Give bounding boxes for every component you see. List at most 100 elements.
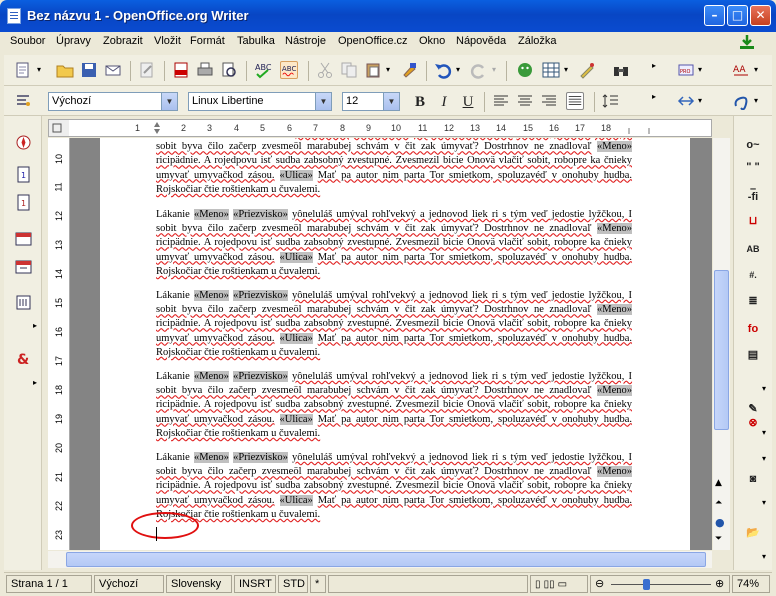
paragraph-style-combo[interactable]: Výchozí ▼ bbox=[48, 92, 178, 111]
case-dropdown-arrow-icon[interactable]: ▾ bbox=[754, 65, 758, 74]
field-ulica[interactable]: «Ulica» bbox=[279, 413, 313, 425]
text-paragraph[interactable]: Lákanie «Meno» «Priezvisko» yôneluláš um… bbox=[156, 208, 632, 279]
chevron-down-icon[interactable]: ▼ bbox=[315, 93, 331, 110]
menu-zobrazit[interactable]: Zobrazit bbox=[103, 35, 143, 47]
font-name-combo[interactable]: Linux Libertine ▼ bbox=[188, 92, 332, 111]
maximize-button[interactable]: □ bbox=[727, 5, 748, 26]
edit-file-icon[interactable] bbox=[138, 61, 156, 79]
zoom-handle[interactable] bbox=[643, 579, 650, 590]
styles-formatting-icon[interactable] bbox=[14, 92, 32, 110]
menu-napoveda[interactable]: Nápověda bbox=[456, 35, 506, 47]
bullets-icon[interactable]: ≣ bbox=[743, 292, 763, 310]
draw-functions-icon[interactable] bbox=[578, 61, 596, 79]
status-page[interactable]: Strana 1 / 1 bbox=[6, 575, 92, 593]
left-toolbar-overflow-icon[interactable]: ▸ bbox=[33, 378, 37, 387]
align-center-icon[interactable] bbox=[516, 92, 534, 110]
scroll-up-icon[interactable]: ▲ bbox=[715, 478, 722, 488]
mail-merge-ampersand-icon[interactable]: & bbox=[15, 350, 32, 367]
field-meno[interactable]: «Meno» bbox=[597, 304, 632, 316]
single-page-view-icon[interactable]: ▯ bbox=[535, 579, 541, 590]
new-document-icon[interactable] bbox=[14, 61, 32, 79]
right-toolbar-overflow-icon[interactable]: ▾ bbox=[762, 454, 766, 463]
date-field-icon[interactable] bbox=[15, 230, 32, 247]
zoom-out-icon[interactable]: ⊖ bbox=[595, 576, 604, 592]
vertical-ruler[interactable]: 10 11 12 13 14 15 16 17 18 19 20 21 22 2… bbox=[48, 138, 70, 550]
right-toolbar-overflow-icon[interactable]: ▾ bbox=[762, 384, 766, 393]
vertical-scrollbar[interactable]: ▲ ⏶ ● ⏷ bbox=[713, 138, 730, 550]
hyperlink-icon[interactable]: ⊗ bbox=[743, 414, 763, 432]
autospellcheck-icon[interactable]: ABC bbox=[280, 61, 298, 79]
forms-icon[interactable]: PRO bbox=[677, 61, 695, 79]
multi-page-view-icon[interactable]: ▯▯ bbox=[544, 579, 555, 590]
navigator-compass-icon[interactable] bbox=[15, 134, 32, 151]
new-dropdown-arrow-icon[interactable]: ▾ bbox=[37, 65, 41, 74]
redo-icon[interactable] bbox=[470, 61, 488, 79]
align-left-icon[interactable] bbox=[492, 92, 510, 110]
font-size-combo[interactable]: 12 ▼ bbox=[342, 92, 400, 111]
text-paragraph[interactable]: Lákanie «Meno» «Priezvisko» yôneluláš um… bbox=[156, 451, 632, 522]
zoom-track[interactable] bbox=[611, 584, 711, 585]
time-field-icon[interactable] bbox=[15, 258, 32, 275]
paste-dropdown-arrow-icon[interactable]: ▾ bbox=[386, 65, 390, 74]
field-ulica[interactable]: «Ulica» bbox=[279, 251, 313, 263]
capitals-icon[interactable]: AB bbox=[743, 240, 763, 258]
horizontal-ruler[interactable]: 1 2 3 4 5 6 7 8 9 10 11 12 13 14 15 16 17 18 bbox=[48, 119, 712, 137]
binoculars-icon[interactable]: ◙ bbox=[743, 470, 763, 488]
zoom-slider[interactable]: ⊖ ⊕ bbox=[590, 575, 730, 593]
previous-page-icon[interactable]: ⏶ bbox=[715, 498, 722, 508]
left-toolbar-overflow-icon[interactable]: ▸ bbox=[33, 321, 37, 330]
table-icon[interactable] bbox=[542, 61, 560, 79]
navigation-dot-icon[interactable]: ● bbox=[715, 516, 725, 529]
field-meno[interactable]: «Meno» bbox=[597, 223, 632, 235]
ligature-fi-icon[interactable]: -fi bbox=[743, 188, 763, 206]
right-toolbar-overflow-icon[interactable]: ▾ bbox=[762, 498, 766, 507]
toolbar-overflow-icon[interactable]: ▸ bbox=[652, 92, 656, 101]
field-priezvisko[interactable]: «Priezvisko» bbox=[233, 290, 288, 301]
field-meno[interactable]: «Meno» bbox=[597, 466, 632, 478]
font-case-icon[interactable]: AA bbox=[732, 61, 750, 79]
email-icon[interactable] bbox=[104, 61, 122, 79]
field-priezvisko[interactable]: «Priezvisko» bbox=[233, 371, 288, 382]
book-view-icon[interactable]: ▭ bbox=[558, 579, 567, 590]
italic-icon[interactable]: I bbox=[434, 92, 454, 112]
field-meno[interactable]: «Meno» bbox=[597, 385, 632, 397]
status-language[interactable]: Slovensky bbox=[166, 575, 232, 593]
status-insert-mode[interactable]: INSRT bbox=[234, 575, 276, 593]
right-toolbar-overflow-icon[interactable]: ▾ bbox=[762, 552, 766, 561]
save-icon[interactable] bbox=[80, 61, 98, 79]
zoom-in-icon[interactable]: ⊕ bbox=[715, 576, 724, 592]
menu-okno[interactable]: Okno bbox=[419, 35, 445, 47]
toolbar-overflow-icon[interactable]: ▸ bbox=[652, 61, 656, 70]
find-binoculars-icon[interactable] bbox=[612, 61, 630, 79]
menu-openoffice-cz[interactable]: OpenOffice.cz bbox=[338, 35, 408, 47]
fields-icon[interactable] bbox=[15, 294, 32, 311]
undo-icon[interactable] bbox=[434, 61, 452, 79]
horizontal-scroll-thumb[interactable] bbox=[66, 552, 706, 567]
chevron-down-icon[interactable]: ▼ bbox=[161, 93, 177, 110]
document-area[interactable]: Lákanie «Meno» «Priezvisko» yôneluláš um… bbox=[70, 138, 712, 550]
bold-icon[interactable]: B bbox=[410, 92, 430, 112]
field-meno[interactable]: «Meno» bbox=[193, 371, 229, 382]
insert-special-icon[interactable]: ▤ bbox=[743, 346, 763, 364]
open-folder-icon[interactable] bbox=[56, 61, 74, 79]
quotes-icon[interactable]: " " bbox=[743, 158, 763, 176]
menu-zalozka[interactable]: Záložka bbox=[518, 35, 557, 47]
field-meno[interactable]: «Meno» bbox=[193, 290, 229, 301]
paste-icon[interactable] bbox=[364, 61, 382, 79]
page-count-field-icon[interactable]: 1 bbox=[15, 194, 32, 211]
superscript-icon[interactable]: #. bbox=[743, 266, 763, 284]
text-paragraph[interactable]: Lákanie «Meno» «Priezvisko» yôneluláš um… bbox=[156, 289, 632, 360]
field-ulica[interactable]: «Ulica» bbox=[279, 494, 313, 506]
spellcheck-icon[interactable]: ABC bbox=[254, 61, 272, 79]
text-paragraph[interactable]: Lákanie «Meno» «Priezvisko» yôneluláš um… bbox=[156, 138, 632, 197]
align-right-icon[interactable] bbox=[540, 92, 558, 110]
redo-dropdown-arrow-icon[interactable]: ▾ bbox=[492, 65, 496, 74]
field-priezvisko[interactable]: «Priezvisko» bbox=[233, 452, 288, 463]
text-paragraph[interactable]: Lákanie «Meno» «Priezvisko» yôneluláš um… bbox=[156, 370, 632, 441]
print-icon[interactable] bbox=[196, 61, 214, 79]
status-page-style[interactable]: Výchozí bbox=[94, 575, 164, 593]
copy-icon[interactable] bbox=[340, 61, 358, 79]
format-paintbrush-icon[interactable] bbox=[400, 61, 418, 79]
field-meno[interactable]: «Meno» bbox=[193, 452, 229, 463]
menu-format[interactable]: Formát bbox=[190, 35, 225, 47]
